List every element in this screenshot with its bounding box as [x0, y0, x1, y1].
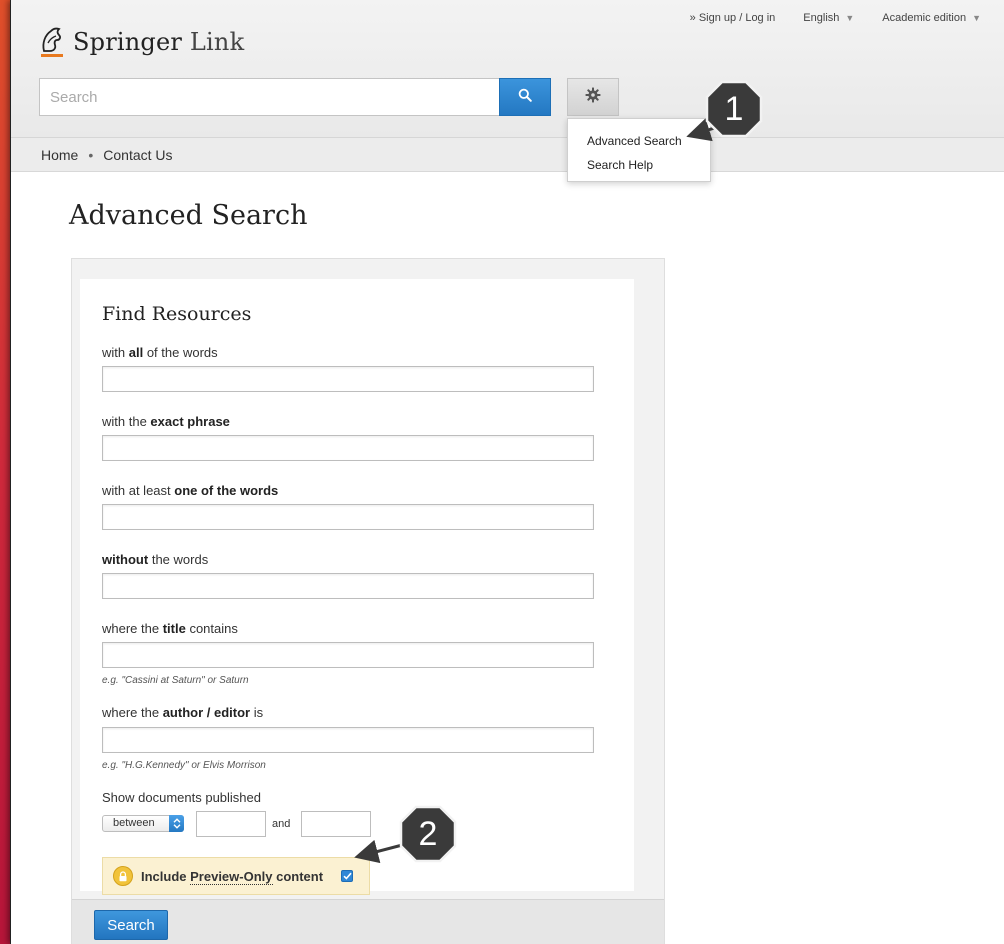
label-emphasis: exact phrase: [150, 414, 230, 429]
search-bar: [39, 78, 551, 116]
author-editor-input[interactable]: [102, 727, 594, 753]
callout-badge-one: 1: [705, 80, 763, 138]
year-from-input[interactable]: [196, 811, 266, 837]
browser-page: Springer Link » Sign up / Log in English…: [10, 0, 1004, 944]
nav-home-link[interactable]: Home: [41, 147, 78, 163]
one-of-words-input[interactable]: [102, 504, 594, 530]
all-words-label: with all of the words: [102, 345, 218, 360]
label-text: contains: [185, 621, 238, 636]
callout-number: 2: [418, 815, 438, 853]
signup-login-label: » Sign up / Log in: [689, 12, 776, 24]
form-footer: Search: [72, 899, 664, 944]
nav-separator: •: [88, 146, 94, 163]
section-title: Find Resources: [102, 303, 252, 325]
title-example-hint: e.g. "Cassini at Saturn" or Saturn: [102, 675, 249, 686]
caret-down-icon: ▼: [972, 13, 981, 23]
label-text: with the: [102, 414, 151, 429]
without-words-input[interactable]: [102, 573, 594, 599]
year-to-input[interactable]: [301, 811, 371, 837]
advanced-search-form: Find Resources with all of the words wit…: [71, 258, 665, 944]
logo-suffix: Link: [189, 28, 245, 56]
callout-number: 1: [724, 90, 744, 128]
springerlink-logo[interactable]: Springer Link: [39, 22, 244, 62]
edition-label: Academic edition: [882, 12, 967, 24]
exact-phrase-input[interactable]: [102, 435, 594, 461]
nav-contact-link[interactable]: Contact Us: [103, 147, 172, 163]
label-text: is: [250, 705, 264, 720]
and-label: and: [272, 818, 291, 830]
title-contains-label: where the title contains: [102, 621, 238, 636]
select-stepper-icon: [169, 815, 184, 832]
menu-item-advanced-search[interactable]: Advanced Search: [568, 129, 710, 153]
label-emphasis: one of the words: [174, 483, 279, 498]
edition-selector[interactable]: Academic edition ▼: [882, 12, 981, 24]
preview-only-link[interactable]: Preview-Only: [190, 868, 273, 885]
menu-item-search-help[interactable]: Search Help: [568, 153, 710, 177]
all-words-input[interactable]: [102, 366, 594, 392]
account-links: » Sign up / Log in English ▼ Academic ed…: [690, 12, 981, 24]
date-range-select[interactable]: between: [102, 815, 184, 832]
exact-phrase-label: with the exact phrase: [102, 414, 230, 429]
preview-only-option: Include Preview-Only content: [102, 857, 370, 895]
language-label: English: [803, 12, 840, 24]
logo-wordmark: Springer Link: [73, 28, 244, 56]
logo-brand: Springer: [73, 28, 183, 56]
author-editor-label: where the author / editor is: [102, 705, 263, 720]
caret-down-icon: ▼: [845, 13, 855, 23]
logo-space: [182, 28, 190, 56]
search-input[interactable]: [39, 78, 499, 116]
signup-login-link[interactable]: » Sign up / Log in: [690, 12, 776, 24]
advanced-search-submit-button[interactable]: Search: [94, 910, 168, 940]
preview-only-checkbox[interactable]: [341, 870, 354, 882]
label-text: where the: [102, 705, 163, 720]
label-text: the words: [148, 552, 209, 567]
springer-horse-icon: [39, 25, 65, 59]
form-body: Find Resources with all of the words wit…: [80, 279, 634, 895]
label-text: Include: [141, 868, 191, 884]
gear-icon: [585, 87, 601, 108]
search-submit-button[interactable]: [499, 78, 551, 116]
page-title: Advanced Search: [69, 200, 308, 231]
label-emphasis: title: [162, 621, 186, 636]
label-emphasis: without: [102, 552, 149, 567]
label-emphasis: all: [128, 345, 144, 360]
published-label: Show documents published: [102, 790, 261, 805]
breadcrumb-nav: Home • Contact Us: [11, 138, 1004, 172]
preview-only-label: Include Preview-Only content: [141, 868, 324, 885]
lock-icon: [113, 866, 133, 886]
one-of-words-label: with at least one of the words: [102, 483, 278, 498]
label-text: content: [272, 868, 324, 884]
date-range-value: between: [113, 817, 155, 829]
magnifier-icon: [518, 88, 532, 107]
author-example-hint: e.g. "H.G.Kennedy" or Elvis Morrison: [102, 760, 266, 771]
label-text: with: [102, 345, 129, 360]
label-text: where the: [102, 621, 163, 636]
search-options-button[interactable]: [567, 78, 619, 116]
label-text: of the words: [143, 345, 218, 360]
label-emphasis: author / editor: [162, 705, 251, 720]
checkmark-icon: [343, 872, 352, 880]
title-contains-input[interactable]: [102, 642, 594, 668]
search-options-menu: Advanced Search Search Help: [567, 118, 711, 182]
label-text: with at least: [102, 483, 175, 498]
site-header: Springer Link » Sign up / Log in English…: [11, 0, 1004, 138]
without-words-label: without the words: [102, 552, 208, 567]
callout-badge-two: 2: [399, 805, 457, 863]
language-selector[interactable]: English ▼: [803, 12, 854, 24]
